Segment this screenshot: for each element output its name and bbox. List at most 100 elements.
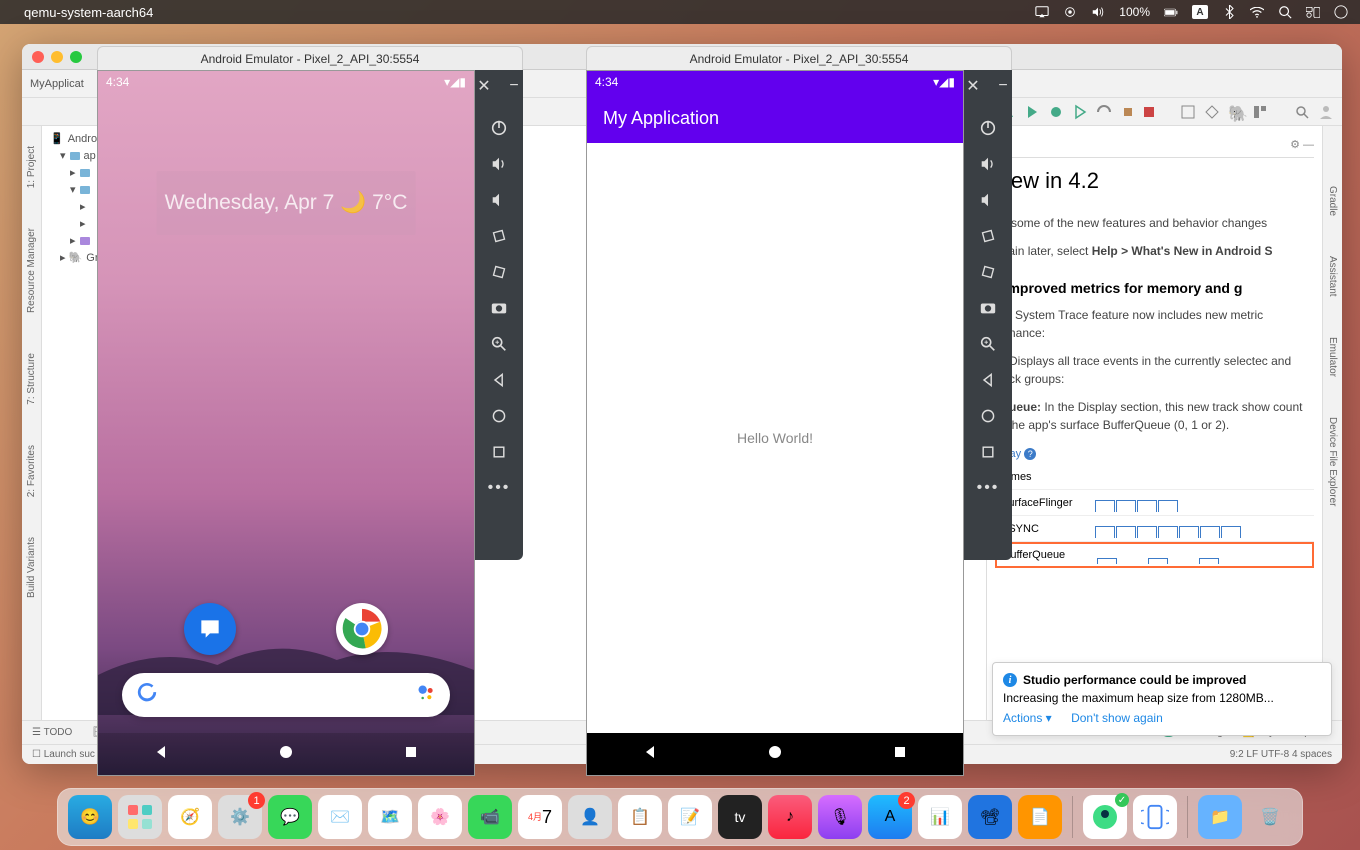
back-button[interactable] (642, 744, 658, 765)
downloads-icon[interactable]: 📁 (1198, 795, 1242, 839)
safari-icon[interactable]: 🧭 (168, 795, 212, 839)
home-button[interactable] (278, 744, 294, 765)
back-icon[interactable] (489, 370, 509, 390)
gutter-build[interactable]: Build Variants (26, 537, 37, 598)
sdk-icon[interactable] (1204, 104, 1220, 120)
spotlight-icon[interactable] (1278, 5, 1292, 19)
volume-up-icon[interactable] (489, 154, 509, 174)
camera-icon[interactable] (978, 298, 998, 318)
debug-icon[interactable] (1048, 104, 1064, 120)
gutter-device[interactable]: Device File Explorer (1327, 417, 1338, 506)
maps-icon[interactable]: 🗺️ (368, 795, 412, 839)
profile-icon[interactable] (1096, 104, 1112, 120)
home-button[interactable] (767, 744, 783, 765)
wifi-icon[interactable] (1250, 5, 1264, 19)
gutter-structure[interactable]: 7: Structure (26, 353, 37, 405)
emulator-title[interactable]: Android Emulator - Pixel_2_API_30:5554 (586, 46, 1012, 70)
volume-up-icon[interactable] (978, 154, 998, 174)
gutter-resource[interactable]: Resource Manager (26, 228, 37, 313)
attach-debug-icon[interactable] (1120, 104, 1136, 120)
pages-icon[interactable]: 📄 (1018, 795, 1062, 839)
weather-widget[interactable]: Wednesday, Apr 7 🌙 7°C (157, 171, 416, 235)
notification-dismiss-link[interactable]: Don't show again (1071, 711, 1163, 725)
google-search-bar[interactable] (122, 673, 450, 717)
battery-icon[interactable] (1164, 5, 1178, 19)
emulator-minimize-icon[interactable]: − (993, 76, 1013, 96)
more-icon[interactable]: ••• (489, 478, 509, 498)
todo-tab[interactable]: ☰ TODO (32, 727, 72, 738)
gutter-project[interactable]: 1: Project (26, 146, 37, 188)
androidstudio-icon[interactable]: ✓ (1083, 795, 1127, 839)
messages-icon[interactable]: 💬 (268, 795, 312, 839)
mail-icon[interactable]: ✉️ (318, 795, 362, 839)
home-icon[interactable] (978, 406, 998, 426)
more-icon[interactable]: ••• (978, 478, 998, 498)
recents-button[interactable] (403, 744, 419, 765)
back-icon[interactable] (978, 370, 998, 390)
emulator-title[interactable]: Android Emulator - Pixel_2_API_30:5554 (97, 46, 523, 70)
emulator-minimize-icon[interactable]: − (504, 76, 524, 96)
bluetooth-icon[interactable] (1222, 5, 1236, 19)
volume-down-icon[interactable] (978, 190, 998, 210)
gear-icon[interactable]: ⚙ — (1290, 138, 1314, 151)
camera-icon[interactable] (489, 298, 509, 318)
calendar-icon[interactable]: 4月7 (518, 795, 562, 839)
rotate-left-icon[interactable] (978, 226, 998, 246)
keynote-icon[interactable]: 📽 (968, 795, 1012, 839)
recents-button[interactable] (892, 744, 908, 765)
volume-down-icon[interactable] (489, 190, 509, 210)
facetime-icon[interactable]: 📹 (468, 795, 512, 839)
podcasts-icon[interactable]: 🎙 (818, 795, 862, 839)
launchpad-icon[interactable] (118, 795, 162, 839)
emulator-screen-app[interactable]: 4:34 ▾◢▮ My Application Hello World! (586, 70, 964, 776)
zoom-icon[interactable] (489, 334, 509, 354)
notes-icon[interactable]: 📝 (668, 795, 712, 839)
screen-mirror-icon[interactable] (1035, 5, 1049, 19)
siri-icon[interactable] (1334, 5, 1348, 19)
menubar-app-name[interactable]: qemu-system-aarch64 (24, 5, 153, 20)
coverage-icon[interactable] (1072, 104, 1088, 120)
control-center-icon[interactable] (1306, 5, 1320, 19)
numbers-icon[interactable]: 📊 (918, 795, 962, 839)
run-icon[interactable] (1024, 104, 1040, 120)
overview-icon[interactable] (978, 442, 998, 462)
volume-icon[interactable] (1091, 5, 1105, 19)
chrome-app-icon[interactable] (336, 603, 388, 655)
stop-icon[interactable] (1144, 107, 1154, 117)
overview-icon[interactable] (489, 442, 509, 462)
avd-icon[interactable] (1180, 104, 1196, 120)
studio-project-tab[interactable]: MyApplicat (30, 78, 84, 90)
photos-icon[interactable]: 🌸 (418, 795, 462, 839)
power-icon[interactable] (978, 118, 998, 138)
search-icon[interactable] (1294, 104, 1310, 120)
assistant-icon[interactable] (416, 683, 436, 708)
gutter-gradle[interactable]: Gradle (1327, 186, 1338, 216)
emulator-close-icon[interactable]: ✕ (963, 76, 983, 96)
zoom-icon[interactable] (978, 334, 998, 354)
emulator-close-icon[interactable]: ✕ (474, 76, 494, 96)
back-button[interactable] (153, 744, 169, 765)
messages-app-icon[interactable] (184, 603, 236, 655)
home-icon[interactable] (489, 406, 509, 426)
reminders-icon[interactable]: 📋 (618, 795, 662, 839)
gutter-favorites[interactable]: 2: Favorites (26, 445, 37, 497)
appstore-icon[interactable]: A2 (868, 795, 912, 839)
gutter-emulator[interactable]: Emulator (1327, 337, 1338, 377)
tv-icon[interactable]: tv (718, 795, 762, 839)
gutter-assistant[interactable]: Assistant (1327, 256, 1338, 297)
sync-icon[interactable]: 🐘 (1228, 104, 1244, 120)
power-icon[interactable] (489, 118, 509, 138)
rotate-left-icon[interactable] (489, 226, 509, 246)
finder-icon[interactable]: 😊 (68, 795, 112, 839)
emulator-dock-icon[interactable] (1133, 795, 1177, 839)
rotate-right-icon[interactable] (489, 262, 509, 282)
contacts-icon[interactable]: 👤 (568, 795, 612, 839)
rotate-right-icon[interactable] (978, 262, 998, 282)
layout-icon[interactable] (1252, 104, 1268, 120)
music-icon[interactable]: ♪ (768, 795, 812, 839)
sysprefs-icon[interactable]: ⚙️1 (218, 795, 262, 839)
trash-icon[interactable]: 🗑️ (1248, 795, 1292, 839)
user-icon[interactable] (1318, 104, 1334, 120)
input-source-icon[interactable]: A (1192, 5, 1208, 19)
emulator-screen-home[interactable]: 4:34 ▾◢▮ Wednesday, Apr 7 🌙 7°C (97, 70, 475, 776)
